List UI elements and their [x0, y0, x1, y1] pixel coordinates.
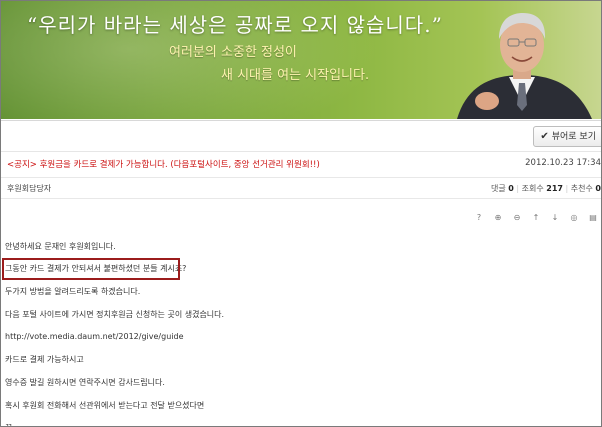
body-line: 영수증 발길 원하시면 연락주시면 감사드립니다.	[5, 378, 165, 387]
body-line: 혹시 후원회 전화해서 선관위에서 받는다고 전달 받으셨다면	[5, 401, 205, 410]
browser-frame: “우리가 바라는 세상은 공짜로 오지 않습니다.” 여러분의 소중한 정성이 …	[0, 0, 602, 427]
banner-subline-1: 여러분의 소중한 정성이	[169, 45, 297, 60]
down-icon[interactable]: ↓	[547, 210, 563, 226]
toolbar: ✔ 뷰어로 보기	[1, 120, 601, 152]
banner-subline-2: 새 시대를 여는 시작입니다.	[221, 68, 370, 83]
post-stats: 댓글 0 | 조회수 217 | 추천수 0	[490, 184, 601, 193]
post-title: <공지> 후원금을 카드로 결제가 가능합니다. (다음포털사이트, 중앙 선거…	[7, 160, 320, 170]
zoom-out-icon[interactable]: ⊖	[509, 210, 525, 226]
post-title-row: <공지> 후원금을 카드로 결제가 가능합니다. (다음포털사이트, 중앙 선거…	[1, 151, 601, 178]
viewer-button[interactable]: ✔ 뷰어로 보기	[533, 126, 601, 147]
body-line: 다음 포털 사이트에 가시면 정치후원금 신청하는 곳이 생겼습니다.	[5, 310, 225, 319]
views-label: 조회수	[521, 184, 544, 193]
body-line: 두가지 방법을 알려드리도록 하겠습니다.	[5, 287, 141, 296]
viewer-button-label: 뷰어로 보기	[551, 132, 596, 142]
highlight-box	[2, 258, 180, 280]
body-line: 꼬	[5, 422, 12, 426]
post-date: 2012.10.23 17:34	[525, 158, 601, 168]
body-link[interactable]: http://vote.media.daum.net/2012/give/gui…	[5, 332, 184, 341]
comment-icon[interactable]: ◎	[566, 210, 582, 226]
comments-count: 0	[508, 184, 514, 193]
body-line: 안녕하세요 문재인 후원회입니다.	[5, 242, 116, 251]
comments-label: 댓글	[490, 184, 506, 193]
body-line: 카드로 결제 가능하시고	[5, 355, 84, 364]
help-icon[interactable]: ?	[471, 210, 487, 226]
post-author[interactable]: 후원회담당자	[7, 183, 51, 194]
print-icon[interactable]: ▤	[585, 210, 601, 226]
banner: “우리가 바라는 세상은 공짜로 오지 않습니다.” 여러분의 소중한 정성이 …	[1, 1, 601, 119]
views-count: 217	[546, 184, 563, 193]
checkmark-icon: ✔	[540, 131, 549, 142]
post-meta-row: 후원회담당자 댓글 0 | 조회수 217 | 추천수 0	[1, 178, 601, 199]
banner-slogan: “우리가 바라는 세상은 공짜로 오지 않습니다.”	[27, 13, 443, 37]
portrait-image	[457, 13, 592, 119]
likes-count: 0	[595, 184, 601, 193]
post-tools: ? ⊕ ⊖ ↑ ↓ ◎ ▤	[468, 210, 601, 226]
likes-label: 추천수	[570, 184, 593, 193]
zoom-in-icon[interactable]: ⊕	[490, 210, 506, 226]
up-icon[interactable]: ↑	[528, 210, 544, 226]
